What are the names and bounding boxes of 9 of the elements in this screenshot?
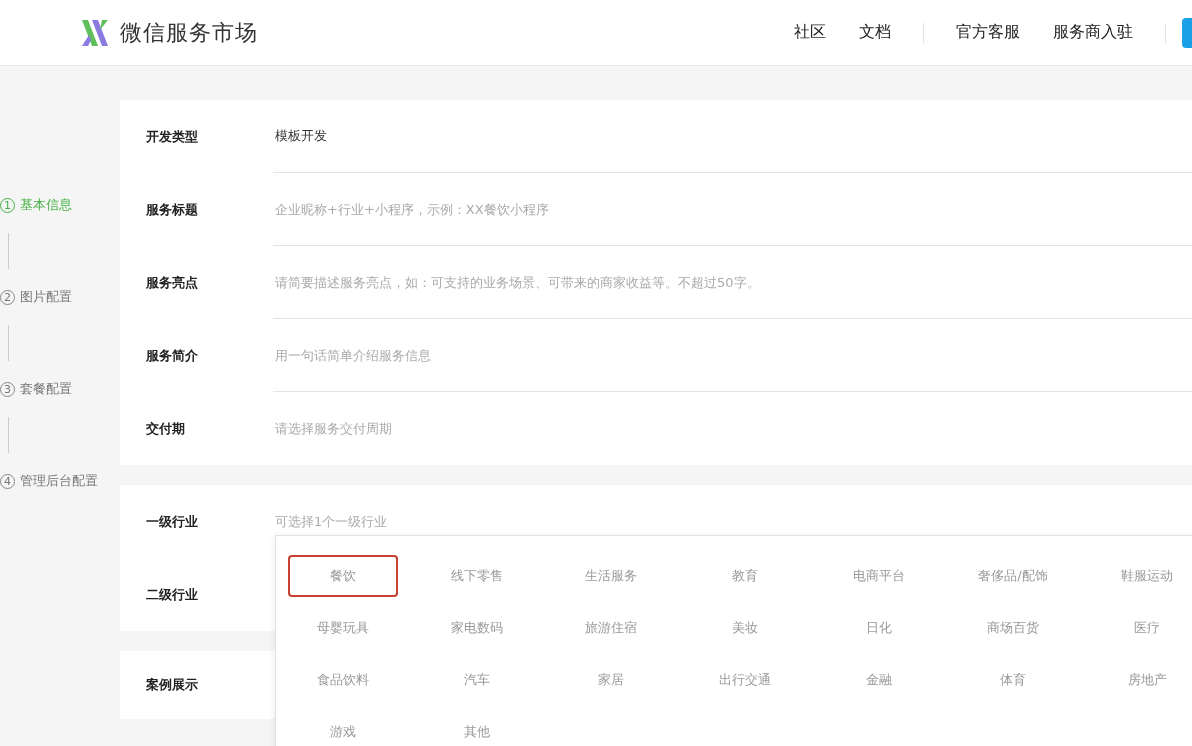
field-label: 案例展示 xyxy=(146,676,199,694)
field-label: 服务标题 xyxy=(146,200,199,219)
field-label: 交付期 xyxy=(146,419,186,438)
site-title: 微信服务市场 xyxy=(120,18,258,47)
field-label: 开发类型 xyxy=(146,127,199,146)
field-label: 服务简介 xyxy=(146,346,199,365)
field-label: 一级行业 xyxy=(146,512,199,531)
field-label: 服务亮点 xyxy=(146,273,199,292)
field-label: 二级行业 xyxy=(146,585,199,604)
